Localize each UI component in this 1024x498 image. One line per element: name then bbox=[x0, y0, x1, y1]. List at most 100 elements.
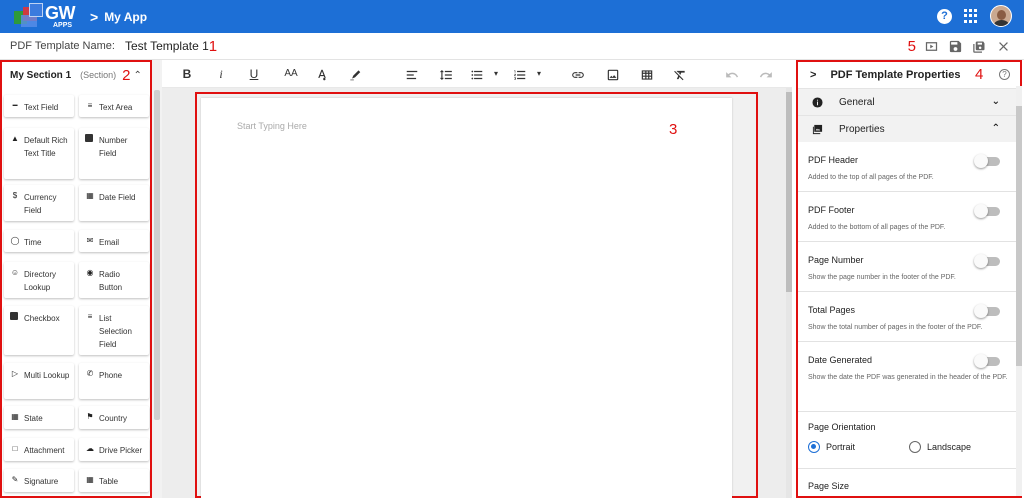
field-label: Email bbox=[99, 238, 120, 247]
field-label: Attachment bbox=[24, 446, 65, 455]
field-label: Text Field bbox=[24, 103, 59, 112]
field-item-currency[interactable]: $ Currency Field bbox=[4, 185, 74, 221]
field-label: Currency Field bbox=[24, 193, 57, 215]
highlight-button[interactable] bbox=[348, 65, 362, 83]
pdf-header-toggle[interactable] bbox=[974, 154, 1000, 168]
field-label: Date Field bbox=[99, 193, 136, 202]
underline-button[interactable]: U bbox=[247, 65, 261, 83]
field-item-country[interactable]: ⚑ Country bbox=[79, 406, 149, 429]
insert-table-button[interactable] bbox=[639, 65, 655, 83]
field-label: Default Rich Text Title bbox=[24, 136, 68, 158]
phone-icon: ✆ bbox=[86, 369, 94, 378]
field-item-list-selection[interactable]: ≡ List Selection Field bbox=[79, 306, 149, 355]
field-item-signature[interactable]: ✎ Signature bbox=[4, 469, 74, 492]
field-item-time[interactable]: ◯ Time bbox=[4, 230, 74, 252]
field-label: Text Area bbox=[99, 103, 133, 112]
landscape-radio[interactable] bbox=[909, 441, 922, 453]
callout-number-3: 3 bbox=[669, 121, 678, 138]
template-name-input[interactable]: Test Template 1 bbox=[125, 39, 209, 53]
flag-icon: ⚑ bbox=[86, 412, 94, 421]
redo-button[interactable] bbox=[758, 65, 774, 83]
portrait-label[interactable]: Portrait bbox=[826, 442, 855, 452]
field-label: Number Field bbox=[99, 136, 128, 158]
line-height-icon bbox=[439, 69, 452, 80]
chevron-up-icon: ⌃ bbox=[991, 123, 1000, 134]
people-icon: ☺ bbox=[10, 268, 20, 277]
general-section-label: General bbox=[839, 96, 875, 108]
field-item-table[interactable]: ▦ Table bbox=[79, 469, 149, 492]
image-icon bbox=[607, 69, 619, 81]
undo-button[interactable] bbox=[724, 65, 740, 83]
date-generated-toggle[interactable] bbox=[974, 354, 1000, 368]
font-size-button[interactable]: AA bbox=[280, 65, 302, 83]
line-height-button[interactable] bbox=[435, 65, 457, 83]
field-item-email[interactable]: ✉ Email bbox=[79, 230, 149, 252]
section-header[interactable]: My Section 1 (Section) 2 ⌃ bbox=[2, 62, 150, 88]
bold-button[interactable]: B bbox=[180, 65, 194, 83]
left-panel-scrollbar[interactable] bbox=[152, 60, 162, 498]
field-item-date[interactable]: ▦ Date Field bbox=[79, 185, 149, 221]
field-label: Phone bbox=[99, 371, 123, 380]
close-button[interactable] bbox=[994, 37, 1012, 55]
field-item-text-area[interactable]: ≡ Text Area bbox=[79, 95, 149, 117]
field-item-drive-picker[interactable]: ☁ Drive Picker bbox=[79, 438, 149, 461]
help-circle-icon[interactable]: ? bbox=[999, 69, 1010, 80]
numbered-list-dropdown[interactable]: ▾ bbox=[534, 65, 544, 83]
field-item-state[interactable]: ▦ State bbox=[4, 406, 74, 429]
properties-section-header[interactable]: Properties ⌃ bbox=[798, 115, 1020, 142]
save-all-icon bbox=[972, 41, 984, 53]
clear-format-button[interactable] bbox=[672, 65, 688, 83]
field-item-radio-button[interactable]: ◉ Radio Button bbox=[79, 262, 149, 298]
chevron-up-icon[interactable]: ⌃ bbox=[134, 70, 142, 81]
landscape-label[interactable]: Landscape bbox=[927, 442, 971, 452]
number-icon bbox=[85, 134, 93, 142]
field-item-checkbox[interactable]: Checkbox bbox=[4, 306, 74, 355]
field-item-multi-lookup[interactable]: ▷ Multi Lookup bbox=[4, 363, 74, 399]
field-item-text-field[interactable]: ━ Text Field bbox=[4, 95, 74, 117]
text-color-button[interactable] bbox=[315, 65, 329, 83]
logo-text: GW bbox=[45, 3, 76, 23]
italic-button[interactable]: i bbox=[214, 65, 228, 83]
total-pages-toggle[interactable] bbox=[974, 304, 1000, 318]
field-item-directory-lookup[interactable]: ☺ Directory Lookup bbox=[4, 262, 74, 298]
insert-image-button[interactable] bbox=[605, 65, 621, 83]
user-avatar[interactable] bbox=[990, 5, 1012, 27]
bullet-list-dropdown[interactable]: ▾ bbox=[491, 65, 501, 83]
help-icon[interactable]: ? bbox=[937, 8, 952, 24]
map-icon: ▦ bbox=[11, 412, 19, 421]
general-section-header[interactable]: General ⌄ bbox=[798, 88, 1020, 115]
field-item-phone[interactable]: ✆ Phone bbox=[79, 363, 149, 399]
clear-format-icon bbox=[674, 70, 685, 81]
preview-button[interactable] bbox=[922, 37, 940, 55]
prop-description: Show the date the PDF was generated in t… bbox=[808, 374, 1008, 381]
app-launcher-icon[interactable] bbox=[964, 9, 978, 23]
field-item-number[interactable]: Number Field bbox=[79, 128, 149, 179]
field-label: Country bbox=[99, 414, 128, 423]
editor-page[interactable]: Start Typing Here bbox=[201, 98, 732, 498]
field-item-attachment[interactable]: □ Attachment bbox=[4, 438, 74, 461]
collapse-panel-chevron-icon[interactable]: > bbox=[810, 69, 816, 81]
page-number-toggle[interactable] bbox=[974, 254, 1000, 268]
envelope-icon: ✉ bbox=[86, 236, 94, 245]
editor-scrollbar[interactable] bbox=[786, 88, 792, 498]
gw-apps-logo[interactable]: GW APPS bbox=[14, 3, 78, 30]
bullet-list-button[interactable] bbox=[469, 65, 485, 83]
field-item-rich-text[interactable]: ▲ Default Rich Text Title bbox=[4, 128, 74, 179]
table-icon bbox=[641, 70, 653, 80]
numbered-list-icon bbox=[514, 70, 526, 80]
page-orientation-label: Page Orientation bbox=[808, 422, 876, 432]
save-and-close-button[interactable] bbox=[970, 37, 988, 55]
save-button[interactable] bbox=[946, 37, 964, 55]
align-button[interactable] bbox=[402, 65, 422, 83]
prop-date-generated: Date Generated Show the date the PDF was… bbox=[798, 342, 1020, 412]
highlighter-icon bbox=[350, 70, 361, 81]
portrait-radio[interactable] bbox=[808, 441, 820, 453]
pdf-footer-toggle[interactable] bbox=[974, 204, 1000, 218]
properties-header: > PDF Template Properties 4 ? bbox=[798, 62, 1020, 88]
callout-number-2: 2 bbox=[122, 66, 131, 84]
insert-link-button[interactable] bbox=[570, 65, 586, 83]
numbered-list-button[interactable] bbox=[512, 65, 528, 83]
app-name-link[interactable]: My App bbox=[104, 10, 147, 24]
undo-icon bbox=[726, 71, 739, 78]
properties-scrollbar[interactable] bbox=[1016, 86, 1022, 496]
